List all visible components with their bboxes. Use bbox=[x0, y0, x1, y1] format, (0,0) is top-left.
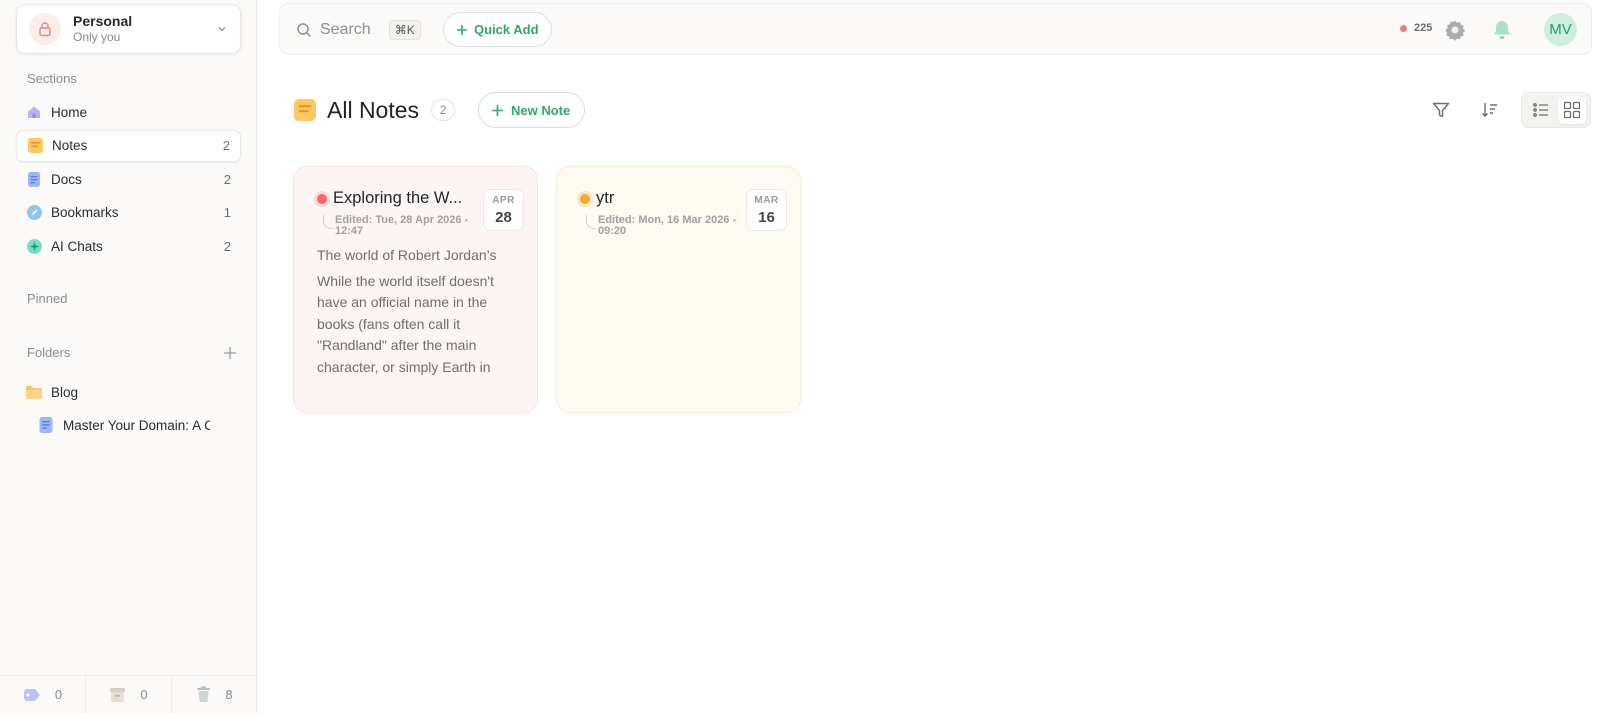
avatar[interactable]: MV bbox=[1544, 13, 1577, 46]
sort-icon bbox=[1482, 103, 1497, 117]
sidebar-item-label: Docs bbox=[51, 171, 82, 187]
note-preview-line: The world of Robert Jordan’s bbox=[317, 247, 497, 263]
notes-icon bbox=[294, 99, 316, 121]
quick-add-label: Quick Add bbox=[474, 22, 539, 37]
grid-view-button[interactable] bbox=[1557, 96, 1586, 124]
sidebar-nav: Home Notes 2 Docs 2 Bookmarks 1 AI Chats… bbox=[16, 96, 241, 264]
sidebar-item-notes[interactable]: Notes 2 bbox=[16, 129, 241, 162]
status-dot-icon bbox=[1400, 24, 1407, 32]
doc-icon bbox=[39, 417, 53, 433]
page-header: All Notes 2 bbox=[293, 92, 456, 128]
plus-icon bbox=[492, 104, 503, 116]
trash-button[interactable]: 8 bbox=[172, 676, 257, 713]
bell-icon[interactable] bbox=[1490, 18, 1514, 42]
edited-connector bbox=[586, 215, 596, 229]
note-card[interactable]: ytr Edited: Mon, 16 Mar 2026 - 09:20 MAR… bbox=[556, 166, 801, 413]
note-date-month: MAR bbox=[754, 195, 779, 206]
workspace-subtitle: Only you bbox=[73, 30, 121, 44]
sparkle-icon bbox=[25, 237, 43, 255]
compass-icon bbox=[25, 204, 43, 222]
sidebar: Personal Only you Sections Home Notes 2 … bbox=[0, 0, 257, 713]
note-preview: The world of Robert Jordan’s While the w… bbox=[317, 245, 517, 378]
tag-icon bbox=[23, 688, 40, 701]
trash-count: 8 bbox=[225, 687, 233, 702]
note-edited-text: Edited: Tue, 28 Apr 2026 - 12:47 bbox=[335, 214, 469, 237]
trash-icon bbox=[197, 686, 211, 702]
folder-icon bbox=[26, 386, 42, 399]
filter-button[interactable] bbox=[1427, 96, 1455, 124]
note-color-dot bbox=[317, 194, 327, 204]
folder-label: Blog bbox=[51, 384, 79, 400]
doc-label: Master Your Domain: A Co bbox=[63, 417, 210, 433]
view-toggle bbox=[1521, 92, 1591, 128]
note-date-month: APR bbox=[492, 195, 515, 206]
sort-button[interactable] bbox=[1476, 96, 1504, 124]
list-view-button[interactable] bbox=[1527, 96, 1555, 124]
grid-icon bbox=[1563, 101, 1580, 119]
list-icon bbox=[1532, 103, 1548, 117]
edited-connector bbox=[323, 215, 333, 229]
note-date-badge: APR 28 bbox=[483, 189, 524, 231]
sidebar-item-count: 2 bbox=[222, 138, 230, 153]
note-color-dot bbox=[580, 194, 590, 204]
home-icon bbox=[25, 103, 43, 121]
workspace-text: Personal Only you bbox=[73, 13, 216, 45]
new-note-label: New Note bbox=[511, 102, 571, 118]
workspace-title: Personal bbox=[73, 13, 133, 29]
sidebar-item-count: 1 bbox=[223, 205, 231, 220]
sidebar-item-label: Bookmarks bbox=[51, 205, 119, 220]
tags-count: 0 bbox=[54, 687, 63, 702]
archive-icon bbox=[110, 687, 126, 702]
folders-label: Folders bbox=[27, 345, 71, 360]
status-count: 225 bbox=[1414, 22, 1433, 34]
note-edited-text: Edited: Mon, 16 Mar 2026 - 09:20 bbox=[598, 214, 737, 237]
lock-icon bbox=[29, 13, 61, 45]
sidebar-footer: 0 0 8 bbox=[0, 675, 257, 713]
archive-count: 0 bbox=[140, 687, 148, 702]
note-edited: Edited: Tue, 28 Apr 2026 - 12:47 bbox=[323, 214, 477, 237]
folder-doc-item[interactable]: Master Your Domain: A Co bbox=[38, 414, 210, 436]
note-title: Exploring the W... bbox=[333, 189, 463, 207]
search-icon bbox=[297, 23, 312, 38]
top-bar: Search ⌘K Quick Add 225 MV bbox=[279, 3, 1592, 55]
sidebar-item-count: 2 bbox=[223, 171, 231, 187]
search-shortcut: ⌘K bbox=[388, 20, 421, 40]
note-edited: Edited: Mon, 16 Mar 2026 - 09:20 bbox=[586, 214, 740, 237]
chevron-down-icon bbox=[218, 27, 226, 32]
sidebar-item-count: 2 bbox=[223, 238, 231, 254]
sidebar-item-bookmarks[interactable]: Bookmarks 1 bbox=[16, 197, 241, 229]
sidebar-item-ai-chats[interactable]: AI Chats 2 bbox=[16, 230, 241, 262]
sidebar-item-docs[interactable]: Docs 2 bbox=[16, 163, 241, 195]
search-placeholder: Search bbox=[320, 21, 371, 38]
note-card[interactable]: Exploring the W... Edited: Tue, 28 Apr 2… bbox=[293, 166, 538, 413]
pinned-label: Pinned bbox=[27, 291, 68, 306]
tags-button[interactable]: 0 bbox=[0, 676, 86, 713]
note-title: ytr bbox=[596, 189, 615, 207]
new-note-button[interactable]: New Note bbox=[478, 92, 586, 128]
settings-gear-icon[interactable] bbox=[1443, 18, 1467, 42]
search-input[interactable]: Search ⌘K bbox=[296, 18, 421, 42]
note-date-day: 16 bbox=[758, 209, 775, 226]
note-preview-paragraph: While the world itself doesn't have an o… bbox=[317, 272, 494, 375]
sidebar-item-home[interactable]: Home bbox=[16, 96, 241, 128]
plus-icon bbox=[457, 24, 467, 35]
sidebar-item-label: Home bbox=[51, 104, 88, 120]
note-date-day: 28 bbox=[495, 209, 512, 226]
folder-item-blog[interactable]: Blog bbox=[25, 380, 240, 404]
sections-label: Sections bbox=[27, 71, 77, 86]
filter-icon bbox=[1432, 102, 1450, 118]
status-indicator[interactable]: 225 bbox=[1400, 22, 1432, 34]
sidebar-item-label: Notes bbox=[52, 138, 88, 153]
add-folder-icon[interactable] bbox=[222, 345, 238, 361]
notes-count-badge: 2 bbox=[431, 99, 456, 121]
notes-icon bbox=[26, 137, 44, 155]
sidebar-item-label: AI Chats bbox=[51, 238, 103, 254]
note-date-badge: MAR 16 bbox=[746, 189, 787, 231]
archive-button[interactable]: 0 bbox=[86, 676, 172, 713]
page-title: All Notes bbox=[327, 96, 420, 123]
docs-icon bbox=[25, 170, 43, 188]
quick-add-button[interactable]: Quick Add bbox=[443, 12, 552, 47]
workspace-switcher[interactable]: Personal Only you bbox=[16, 4, 241, 54]
